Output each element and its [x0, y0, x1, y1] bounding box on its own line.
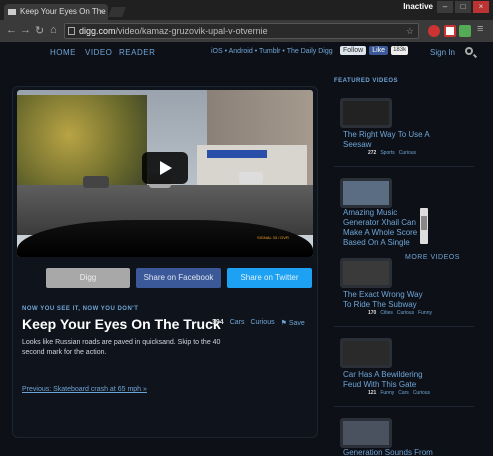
- video-meta: 272 Sports Curious: [368, 150, 416, 156]
- extension-icon[interactable]: [444, 25, 456, 37]
- nav-platforms[interactable]: iOS • Android • Tumblr • The Daily Digg: [211, 48, 333, 55]
- minimize-button[interactable]: –: [437, 1, 453, 13]
- tab-close-icon[interactable]: ×: [99, 4, 104, 20]
- thumb-image: [343, 101, 389, 125]
- search-icon[interactable]: [465, 47, 473, 55]
- browser-window: Keep Your Eyes On The Tr × Inactive – □ …: [0, 0, 493, 456]
- video-count: 272: [368, 150, 377, 156]
- bookmark-star-icon[interactable]: ☆: [406, 24, 414, 38]
- browser-toolbar: ← → ↻ ⌂ digg.com/video/kamaz-gruzovik-up…: [0, 20, 493, 42]
- url-path: /video/kamaz-gruzovik-upal-v-otvernie: [115, 26, 268, 36]
- home-icon[interactable]: ⌂: [50, 24, 57, 36]
- thumb-image: [343, 421, 389, 445]
- twitter-follow-button[interactable]: Follow: [340, 46, 367, 55]
- featured-videos-heading: FEATURED VIDEOS: [334, 78, 399, 84]
- thumb-image: [343, 181, 389, 205]
- new-tab-button[interactable]: [108, 7, 126, 17]
- divider: [334, 406, 474, 407]
- video-meta: 170 Cities Curious Funny: [368, 310, 432, 316]
- adblock-extension-icon[interactable]: [428, 25, 440, 37]
- tag-link[interactable]: Sports: [380, 150, 394, 156]
- video-thumbnail[interactable]: [340, 178, 392, 208]
- article-meta: 394 Cars Curious ⚑ Save: [212, 319, 305, 327]
- back-arrow-icon[interactable]: ←: [6, 24, 17, 36]
- article-title: Keep Your Eyes On The Truck: [22, 316, 221, 332]
- save-label: Save: [288, 320, 305, 327]
- video-car: [239, 172, 263, 184]
- more-videos-link[interactable]: MORE VIDEOS: [405, 254, 460, 261]
- video-thumbnail[interactable]: [340, 338, 392, 368]
- digg-count: 394: [212, 319, 224, 326]
- digg-page: HOME VIDEO READER iOS • Android • Tumblr…: [0, 42, 493, 456]
- scrollbar[interactable]: [420, 208, 428, 244]
- nav-reader[interactable]: READER: [119, 48, 155, 57]
- video-player[interactable]: SIGNAL 33 / DVR: [17, 90, 313, 257]
- play-button[interactable]: [142, 152, 188, 184]
- close-window-button[interactable]: ×: [473, 1, 489, 13]
- window-controls: – □ ×: [437, 1, 489, 13]
- thumb-image: [343, 261, 389, 285]
- scrollbar-thumb[interactable]: [421, 216, 427, 230]
- video-thumbnail[interactable]: [340, 98, 392, 128]
- tag-link[interactable]: Curious: [397, 310, 414, 316]
- facebook-share-button[interactable]: Share on Facebook: [136, 268, 221, 288]
- video-trees: [17, 95, 147, 195]
- tag-link[interactable]: Curious: [250, 319, 274, 327]
- tag-link[interactable]: Funny: [380, 390, 394, 396]
- forward-arrow-icon[interactable]: →: [20, 24, 31, 36]
- url-host: digg.com: [79, 26, 116, 36]
- nav-home[interactable]: HOME: [50, 48, 76, 57]
- window-state-label: Inactive: [403, 2, 433, 11]
- tab-active[interactable]: Keep Your Eyes On The Tr ×: [4, 4, 108, 20]
- store-sign: [207, 150, 267, 158]
- tag-link[interactable]: Cars: [230, 319, 245, 327]
- video-thumbnail[interactable]: [340, 258, 392, 288]
- page-icon: [68, 27, 75, 35]
- divider: [334, 166, 474, 167]
- reload-icon[interactable]: ↻: [35, 24, 44, 37]
- previous-link[interactable]: Previous: Skateboard crash at 65 mph »: [22, 386, 147, 393]
- tag-link[interactable]: Curious: [399, 150, 416, 156]
- tag-link[interactable]: Cars: [398, 390, 409, 396]
- maximize-button[interactable]: □: [455, 1, 471, 13]
- sign-in-link[interactable]: Sign In: [430, 48, 455, 57]
- article-kicker: NOW YOU SEE IT, NOW YOU DON'T: [22, 306, 139, 312]
- menu-icon[interactable]: ≡: [477, 23, 483, 35]
- tab-strip: Keep Your Eyes On The Tr × Inactive – □ …: [0, 0, 493, 20]
- tag-link[interactable]: Cities: [380, 310, 393, 316]
- tag-link[interactable]: Curious: [413, 390, 430, 396]
- digg-share-button[interactable]: Digg: [46, 268, 130, 288]
- extension-green-icon[interactable]: [459, 25, 471, 37]
- thumb-image: [343, 341, 389, 365]
- video-title-link[interactable]: The Right Way To Use A Seesaw: [343, 130, 433, 150]
- video-thumbnail[interactable]: [340, 418, 392, 448]
- address-bar[interactable]: digg.com/video/kamaz-gruzovik-upal-v-otv…: [64, 23, 419, 39]
- video-title-link[interactable]: The Exact Wrong Way To Ride The Subway: [343, 290, 433, 310]
- video-timestamp: SIGNAL 33 / DVR: [257, 235, 289, 240]
- video-car: [83, 176, 109, 188]
- twitter-share-button[interactable]: Share on Twitter: [227, 268, 312, 288]
- tab-title: Keep Your Eyes On The Tr: [20, 7, 108, 16]
- nav-video[interactable]: VIDEO: [85, 48, 112, 57]
- tag-link[interactable]: Funny: [418, 310, 432, 316]
- facebook-like-button[interactable]: Like: [369, 46, 389, 55]
- video-count: 121: [368, 390, 377, 396]
- social-buttons: Follow Like 183k: [340, 46, 409, 55]
- digg-favicon-icon: [8, 9, 16, 15]
- video-meta: 121 Funny Cars Curious: [368, 390, 430, 396]
- video-title-link[interactable]: Generation Sounds From: [343, 448, 433, 456]
- article-description: Looks like Russian roads are paved in qu…: [22, 339, 221, 356]
- site-nav: HOME VIDEO READER iOS • Android • Tumblr…: [0, 42, 493, 68]
- save-button[interactable]: ⚑ Save: [281, 319, 305, 327]
- video-count: 170: [368, 310, 377, 316]
- video-title-link[interactable]: Car Has A Bewildering Feud With This Gat…: [343, 370, 433, 390]
- like-count: 183k: [391, 46, 409, 55]
- divider: [334, 326, 474, 327]
